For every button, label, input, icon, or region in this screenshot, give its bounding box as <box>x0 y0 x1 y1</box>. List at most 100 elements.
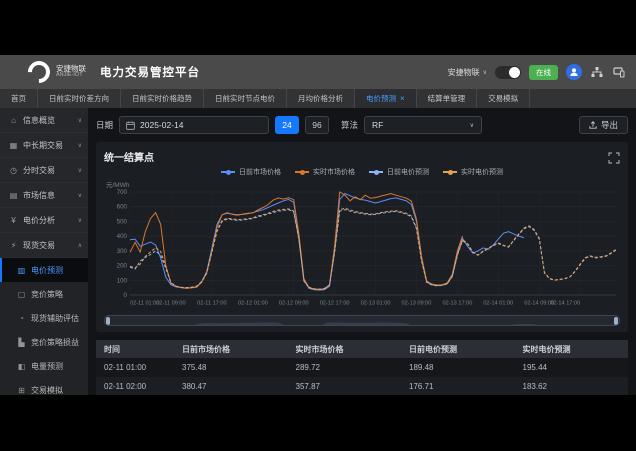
devices-icon[interactable] <box>612 65 626 79</box>
sidebar-subitem-5-2[interactable]: ◔现货辅助评估 <box>0 306 88 330</box>
svg-text:02-12 09:00: 02-12 09:00 <box>279 301 309 307</box>
calendar-icon <box>126 121 135 130</box>
sidebar-subitem-5-0[interactable]: ▥ 电价预测 <box>0 258 88 282</box>
svg-text:02-11 01:00: 02-11 01:00 <box>130 301 159 307</box>
svg-text:02-12 17:00: 02-12 17:00 <box>320 301 350 307</box>
table-row: 02-11 02:00380.47357.87176.71183.62 <box>96 377 628 395</box>
sidebar-item-1[interactable]: ▦中长期交易∨ <box>0 133 88 158</box>
sidebar-subitem-label: 竞价策略 <box>31 289 63 300</box>
tab-4[interactable]: 月均价格分析 <box>287 89 355 108</box>
sidebar-item-3[interactable]: ▤市场信息∨ <box>0 183 88 208</box>
tab-3[interactable]: 日前实时节点电价 <box>204 89 287 108</box>
tab-label: 电价预测 <box>366 93 396 104</box>
legend-item-1[interactable]: 实时市场价格 <box>295 167 355 177</box>
data-zoom-slider[interactable] <box>104 315 620 326</box>
chevron-icon: ∧ <box>78 242 82 249</box>
series-line <box>130 208 616 289</box>
tab-7[interactable]: 交易模拟 <box>477 89 530 108</box>
svg-text:02-14 17:00: 02-14 17:00 <box>550 301 580 307</box>
sidebar-subitem-label: 电价预测 <box>31 265 63 276</box>
home-icon: ⌂ <box>9 116 18 125</box>
main-content: 日期 2025-02-14 24 96 算法 RF ∨ 导出 <box>88 108 636 395</box>
date-picker[interactable]: 2025-02-14 <box>119 116 269 134</box>
chevron-down-icon: ∨ <box>470 122 474 129</box>
sidebar-subitem-5-1[interactable]: ▢ 竞价策略 <box>0 282 88 306</box>
chart-legend: 日前市场价格 实时市场价格 日前电价预测 实时电价预测 <box>104 167 620 177</box>
forecast-icon: ▥ <box>17 266 26 275</box>
sitemap-icon[interactable] <box>590 65 604 79</box>
table-col-header: 时间 <box>96 340 174 358</box>
person-icon <box>569 67 579 77</box>
status-badge: 在线 <box>529 65 558 80</box>
sidebar-subitem-label: 竞价策略损益 <box>31 337 79 348</box>
tab-label: 日前实时价差方向 <box>49 93 109 104</box>
tab-5[interactable]: 电价预测 × <box>355 89 417 108</box>
table-col-header: 日前电价预测 <box>401 340 515 358</box>
theme-toggle[interactable] <box>495 66 521 79</box>
sidebar-subitem-5-5[interactable]: ⊞ 交易模拟 <box>0 378 88 395</box>
sidebar-subitem-label: 交易模拟 <box>31 385 63 396</box>
tab-2[interactable]: 日前实时价格趋势 <box>121 89 204 108</box>
algorithm-select[interactable]: RF ∨ <box>364 116 482 134</box>
panel-title: 统一结算点 <box>104 149 154 164</box>
zoom-left-handle[interactable] <box>106 317 110 325</box>
sidebar-subitem-5-3[interactable]: ▙竞价策略损益 <box>0 330 88 354</box>
table-cell: 195.44 <box>515 358 629 377</box>
sidebar-item-2[interactable]: ◷分时交易∨ <box>0 158 88 183</box>
price-table: 时间日前市场价格实时市场价格日前电价预测实时电价预测 02-11 01:0037… <box>96 340 628 395</box>
sim-icon: ⊞ <box>17 386 26 395</box>
tab-label: 月均价格分析 <box>298 93 343 104</box>
svg-text:02-13 01:00: 02-13 01:00 <box>361 301 391 307</box>
brand-block: 安捷物联 ANJIE-IOT <box>56 65 86 79</box>
interval-96-button[interactable]: 96 <box>305 116 329 134</box>
tab-6[interactable]: 结算单管理 <box>417 89 478 108</box>
legend-label: 日前电价预测 <box>387 167 429 177</box>
price-chart: 010020030040050060070002-11 01:0002-11 0… <box>104 189 620 307</box>
svg-text:600: 600 <box>117 204 128 211</box>
legend-marker-icon <box>295 171 309 173</box>
table-col-header: 实时市场价格 <box>288 340 402 358</box>
zoom-preview <box>105 320 619 326</box>
sidebar-subitem-5-4[interactable]: ◧电量预测 <box>0 354 88 378</box>
svg-text:700: 700 <box>117 189 128 196</box>
svg-text:0: 0 <box>124 292 128 299</box>
toggle-knob <box>509 67 520 78</box>
table-body: 02-11 01:00375.48289.72189.48195.4402-11… <box>96 358 628 395</box>
date-value: 2025-02-14 <box>140 120 183 130</box>
chevron-icon: ∨ <box>78 142 82 149</box>
tab-close-icon[interactable]: × <box>400 94 405 103</box>
table-cell: 289.72 <box>288 358 402 377</box>
tab-0[interactable]: 首页 <box>0 89 38 108</box>
legend-item-0[interactable]: 日前市场价格 <box>221 167 281 177</box>
interval-24-button[interactable]: 24 <box>275 116 299 134</box>
tenant-dropdown[interactable]: 安捷物联 ∨ <box>448 67 487 78</box>
legend-marker-icon <box>221 171 235 173</box>
legend-label: 实时电价预测 <box>461 167 503 177</box>
fullscreen-icon[interactable] <box>608 151 620 163</box>
chevron-icon: ∨ <box>78 167 82 174</box>
table-col-header: 日前市场价格 <box>174 340 288 358</box>
table-cell: 183.62 <box>515 377 629 395</box>
sidebar-item-5[interactable]: ⚡现货交易∧ <box>0 233 88 258</box>
brand-logo-icon <box>23 56 54 87</box>
legend-item-3[interactable]: 实时电价预测 <box>443 167 503 177</box>
legend-item-2[interactable]: 日前电价预测 <box>369 167 429 177</box>
user-avatar[interactable] <box>566 64 582 80</box>
algo-label: 算法 <box>341 119 358 131</box>
svg-text:02-13 09:00: 02-13 09:00 <box>402 301 432 307</box>
sidebar-item-4[interactable]: ¥电价分析∨ <box>0 208 88 233</box>
svg-text:02-13 17:00: 02-13 17:00 <box>442 301 472 307</box>
strategy-icon: ▢ <box>17 290 26 299</box>
brand-subtitle: ANJIE-IOT <box>56 73 86 79</box>
table-col-header: 实时电价预测 <box>515 340 629 358</box>
tab-label: 首页 <box>11 93 26 104</box>
table-row: 02-11 01:00375.48289.72189.48195.44 <box>96 358 628 377</box>
tenant-name: 安捷物联 <box>448 67 480 78</box>
sidebar-item-0[interactable]: ⌂信息概览∨ <box>0 108 88 133</box>
tab-1[interactable]: 日前实时价差方向 <box>38 89 121 108</box>
legend-marker-icon <box>443 171 457 173</box>
sidebar-item-label: 中长期交易 <box>23 140 73 151</box>
export-button[interactable]: 导出 <box>579 116 628 134</box>
zoom-right-handle[interactable] <box>614 317 618 325</box>
tab-label: 交易模拟 <box>488 93 518 104</box>
